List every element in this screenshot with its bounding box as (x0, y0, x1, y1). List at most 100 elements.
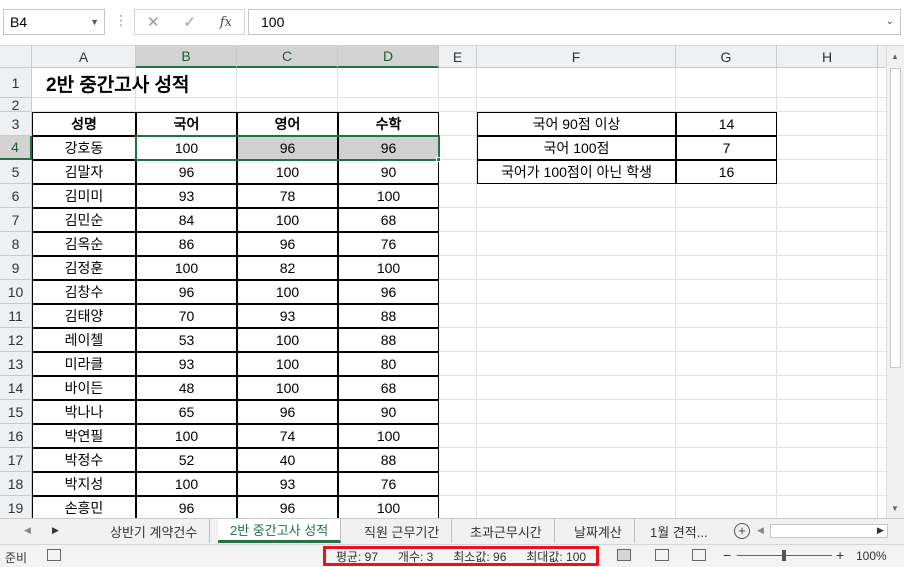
score-cell[interactable]: 40 (237, 448, 338, 472)
cell[interactable] (439, 376, 477, 400)
sheet-tab[interactable]: 상반기 계약건수 (98, 519, 211, 543)
cell[interactable] (676, 424, 777, 448)
cell[interactable] (676, 328, 777, 352)
horizontal-scrollbar[interactable] (770, 524, 888, 538)
column-header-e[interactable]: E (439, 46, 477, 68)
column-header-f[interactable]: F (477, 46, 676, 68)
column-header-g[interactable]: G (676, 46, 777, 68)
row-header-1[interactable]: 1 (0, 68, 32, 98)
vertical-scrollbar[interactable]: ▲ ▼ (886, 46, 904, 518)
cell[interactable] (878, 328, 886, 352)
score-cell[interactable]: 80 (338, 352, 439, 376)
table-header-cell[interactable]: 국어 (136, 112, 237, 136)
selection-stats[interactable]: 평균: 97 개수: 3 최소값: 96 최대값: 100 (323, 546, 599, 566)
cell[interactable] (439, 112, 477, 136)
cell[interactable] (777, 448, 878, 472)
expand-formula-icon[interactable]: ⌄ (886, 16, 894, 27)
row-header-11[interactable]: 11 (0, 304, 32, 328)
cell[interactable] (477, 400, 676, 424)
student-name-cell[interactable]: 김미미 (32, 184, 136, 208)
cell[interactable] (676, 232, 777, 256)
macro-record-icon[interactable] (47, 549, 61, 561)
sheet-tab[interactable]: 직원 근무기간 (352, 519, 453, 543)
table-header-cell[interactable]: 수학 (338, 112, 439, 136)
score-cell[interactable]: 68 (338, 208, 439, 232)
normal-view-icon[interactable] (617, 549, 631, 561)
score-cell[interactable]: 78 (237, 184, 338, 208)
cell[interactable] (878, 376, 886, 400)
student-name-cell[interactable]: 손흥민 (32, 496, 136, 518)
cell[interactable] (777, 184, 878, 208)
cell[interactable] (777, 472, 878, 496)
cell[interactable] (477, 424, 676, 448)
sheet-tab[interactable]: 2반 중간고사 성적 (218, 519, 342, 543)
cell[interactable] (878, 424, 886, 448)
cell[interactable] (777, 424, 878, 448)
hscroll-left-icon[interactable]: ◀ (757, 525, 764, 536)
score-cell[interactable]: 96 (136, 160, 237, 184)
score-cell[interactable]: 96 (237, 136, 338, 160)
fill-handle[interactable] (436, 157, 441, 162)
score-cell[interactable]: 48 (136, 376, 237, 400)
cell[interactable] (439, 496, 477, 518)
score-cell[interactable]: 96 (338, 280, 439, 304)
column-header-b[interactable]: B (136, 46, 237, 68)
cell[interactable] (676, 256, 777, 280)
column-header-c[interactable]: C (237, 46, 338, 68)
score-cell[interactable]: 86 (136, 232, 237, 256)
column-header-h[interactable]: H (777, 46, 878, 68)
name-box[interactable]: B4 ▼ (3, 9, 105, 35)
table-header-cell[interactable]: 성명 (32, 112, 136, 136)
summary-value-cell[interactable]: 14 (676, 112, 777, 136)
student-name-cell[interactable]: 김말자 (32, 160, 136, 184)
cell[interactable] (439, 256, 477, 280)
row-header-9[interactable]: 9 (0, 256, 32, 280)
cell[interactable] (439, 208, 477, 232)
score-cell[interactable]: 100 (136, 136, 237, 160)
score-cell[interactable]: 93 (136, 352, 237, 376)
score-cell[interactable]: 70 (136, 304, 237, 328)
score-cell[interactable]: 52 (136, 448, 237, 472)
score-cell[interactable]: 96 (136, 280, 237, 304)
cell[interactable] (777, 496, 878, 518)
row-header-7[interactable]: 7 (0, 208, 32, 232)
cell[interactable] (878, 136, 886, 160)
score-cell[interactable]: 100 (136, 472, 237, 496)
score-cell[interactable]: 100 (237, 280, 338, 304)
score-cell[interactable]: 100 (136, 424, 237, 448)
sheet-tab[interactable]: 날짜계산 (562, 519, 635, 543)
cell[interactable] (439, 472, 477, 496)
cell[interactable] (777, 232, 878, 256)
score-cell[interactable]: 88 (338, 304, 439, 328)
score-cell[interactable]: 88 (338, 328, 439, 352)
score-cell[interactable]: 100 (338, 184, 439, 208)
cell[interactable] (439, 400, 477, 424)
score-cell[interactable]: 100 (237, 376, 338, 400)
row-header-6[interactable]: 6 (0, 184, 32, 208)
score-cell[interactable]: 93 (237, 472, 338, 496)
cell[interactable] (439, 98, 477, 112)
summary-value-cell[interactable]: 16 (676, 160, 777, 184)
row-header-17[interactable]: 17 (0, 448, 32, 472)
cell[interactable] (477, 208, 676, 232)
cell[interactable] (477, 472, 676, 496)
score-cell[interactable]: 53 (136, 328, 237, 352)
cell[interactable] (777, 400, 878, 424)
row-header-14[interactable]: 14 (0, 376, 32, 400)
cell[interactable] (439, 68, 477, 98)
score-cell[interactable]: 96 (338, 136, 439, 160)
cell[interactable] (676, 376, 777, 400)
student-name-cell[interactable]: 김태양 (32, 304, 136, 328)
cell[interactable] (439, 280, 477, 304)
column-header-d[interactable]: D (338, 46, 439, 68)
row-header-16[interactable]: 16 (0, 424, 32, 448)
cell[interactable] (777, 328, 878, 352)
student-name-cell[interactable]: 레이첼 (32, 328, 136, 352)
cell[interactable] (439, 352, 477, 376)
cell[interactable] (878, 184, 886, 208)
cell[interactable] (676, 98, 777, 112)
cell[interactable] (477, 256, 676, 280)
cell[interactable] (439, 232, 477, 256)
cell[interactable] (439, 448, 477, 472)
cell[interactable] (878, 112, 886, 136)
